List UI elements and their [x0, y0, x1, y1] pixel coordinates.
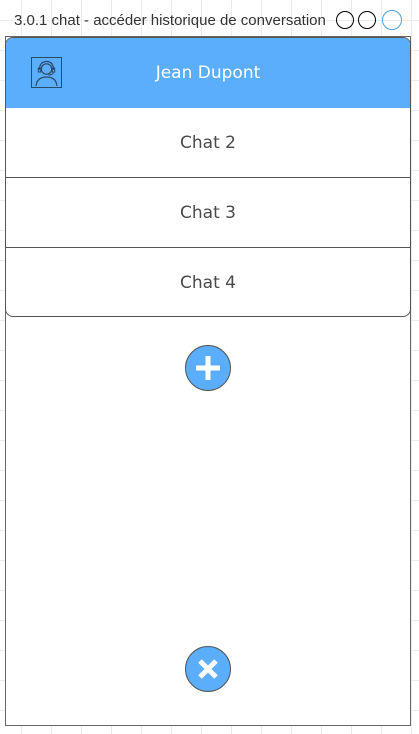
- close-icon: [198, 659, 218, 679]
- chat-header: Jean Dupont: [6, 38, 410, 108]
- window-control-circle-icon[interactable]: [358, 11, 376, 29]
- chat-history-panel: Jean Dupont Chat 2 Chat 3 Chat 4: [5, 37, 411, 317]
- chat-list-item[interactable]: Chat 2: [6, 108, 410, 178]
- window-control-circle-icon[interactable]: [336, 11, 354, 29]
- window-title: 3.0.1 chat - accéder historique de conve…: [14, 12, 326, 29]
- plus-icon: [196, 356, 220, 380]
- chat-list-item[interactable]: Chat 3: [6, 178, 410, 248]
- chat-list: Chat 2 Chat 3 Chat 4: [6, 108, 410, 316]
- window-control-circle-icon[interactable]: [382, 10, 402, 30]
- add-chat-button[interactable]: [185, 345, 231, 391]
- window-controls: [334, 10, 414, 34]
- user-name: Jean Dupont: [155, 63, 261, 83]
- close-button[interactable]: [185, 646, 231, 692]
- chat-list-item[interactable]: Chat 4: [6, 248, 410, 316]
